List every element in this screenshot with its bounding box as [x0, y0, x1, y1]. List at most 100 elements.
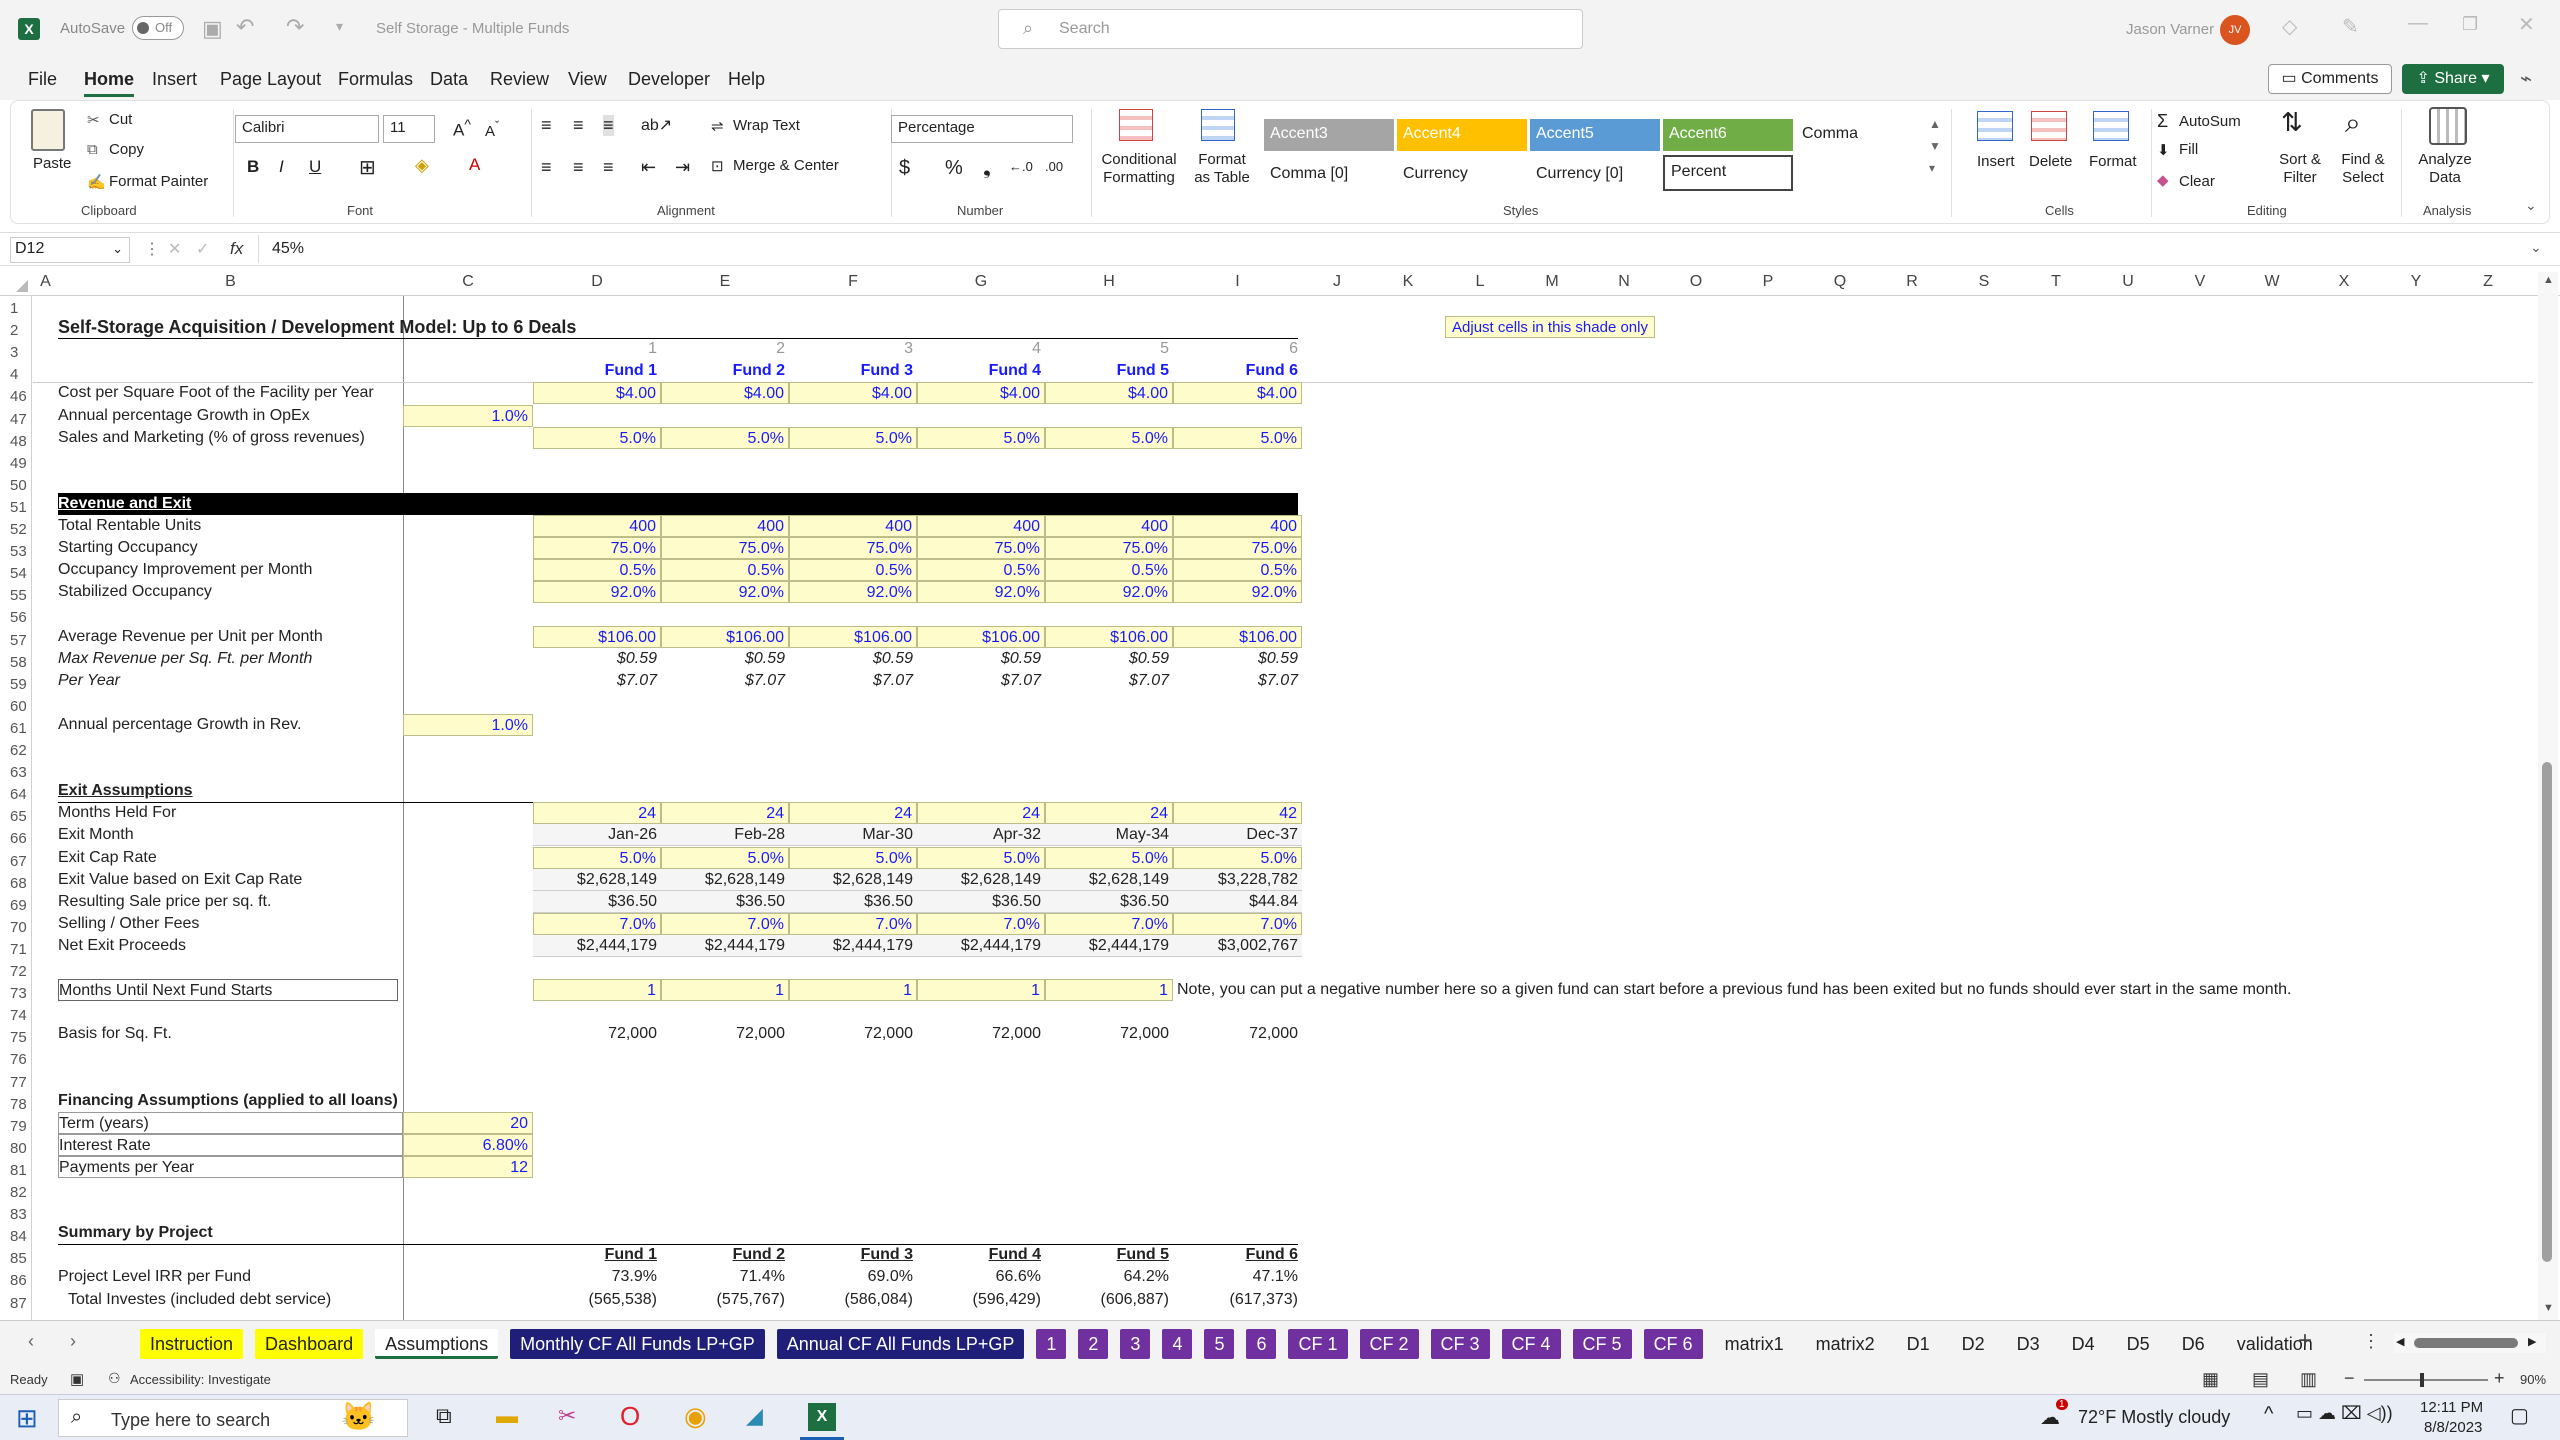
row-header[interactable]: 52 — [0, 521, 32, 538]
max-revenue-cell[interactable]: $0.59 — [1173, 648, 1302, 670]
column-header-n[interactable]: N — [1588, 273, 1660, 291]
sheet-tab-monthly-cf-all-funds-lp-gp[interactable]: Monthly CF All Funds LP+GP — [510, 1329, 765, 1359]
per-year-cell[interactable]: $7.07 — [789, 670, 917, 692]
accessibility-status[interactable]: Accessibility: Investigate — [130, 1372, 271, 1387]
find-select-button[interactable]: Find & Select — [2333, 151, 2393, 187]
sales-cell[interactable]: 5.0% — [1045, 426, 1173, 449]
horizontal-scrollbar[interactable]: ◀ ▶ — [2394, 1333, 2546, 1353]
menu-page-layout[interactable]: Page Layout — [220, 69, 321, 90]
scroll-down-icon[interactable]: ▼ — [2543, 1302, 2554, 1314]
column-header-a[interactable]: A — [33, 273, 58, 291]
irr-cell[interactable]: 71.4% — [661, 1266, 789, 1288]
exit-value-cell[interactable]: $2,628,149 — [789, 868, 917, 891]
cost-cell[interactable]: $4.00 — [533, 382, 661, 405]
months-held-cell[interactable]: 24 — [1045, 802, 1173, 825]
chrome-icon[interactable]: ◉ — [684, 1401, 707, 1432]
row-label[interactable]: Months Held For — [58, 802, 398, 824]
font-name-select[interactable]: Calibri — [235, 115, 379, 143]
financing-label[interactable]: Interest Rate — [58, 1133, 403, 1156]
sheet-tab-annual-cf-all-funds-lp-gp[interactable]: Annual CF All Funds LP+GP — [776, 1329, 1025, 1359]
weather-text[interactable]: 72°F Mostly cloudy — [2078, 1407, 2230, 1428]
sales-cell[interactable]: 5.0% — [661, 426, 789, 449]
scroll-right-icon[interactable]: ▶ — [2528, 1335, 2536, 1348]
fees-cell[interactable]: 7.0% — [789, 912, 917, 935]
row-label[interactable]: Stabilized Occupancy — [58, 581, 398, 603]
style-accent6[interactable]: Accent6 — [1663, 119, 1793, 151]
row-header[interactable]: 73 — [0, 985, 32, 1002]
months-held-cell[interactable]: 24 — [533, 802, 661, 825]
months-held-cell[interactable]: 24 — [917, 802, 1045, 825]
fund-number[interactable]: 1 — [533, 338, 661, 360]
row-header[interactable]: 80 — [0, 1140, 32, 1157]
menu-data[interactable]: Data — [430, 69, 468, 90]
style-currency0[interactable]: Currency [0] — [1530, 159, 1660, 191]
column-header-k[interactable]: K — [1372, 273, 1444, 291]
row-header[interactable]: 4 — [0, 366, 32, 383]
row-header[interactable]: 76 — [0, 1051, 32, 1068]
months-label[interactable]: Months Until Next Fund Starts — [58, 979, 398, 1002]
menu-file[interactable]: File — [28, 69, 57, 90]
sales-cell[interactable]: 5.0% — [917, 426, 1045, 449]
row-header[interactable]: 48 — [0, 433, 32, 450]
occupancy-improvement-cell[interactable]: 0.5% — [661, 559, 789, 582]
per-year-cell[interactable]: $7.07 — [917, 670, 1045, 692]
excel-taskbar-icon[interactable]: X — [808, 1403, 836, 1431]
row-label[interactable]: Basis for Sq. Ft. — [58, 1023, 398, 1045]
cost-cell[interactable]: $4.00 — [789, 382, 917, 405]
column-header-f[interactable]: F — [789, 273, 917, 291]
restore-icon[interactable]: ❐ — [2462, 14, 2478, 35]
orientation-icon[interactable]: ab↗ — [641, 115, 672, 135]
investment-cell[interactable]: (575,767) — [661, 1289, 789, 1311]
avg-revenue-cell[interactable]: $106.00 — [917, 625, 1045, 648]
fill-color-icon[interactable]: ◈ — [415, 155, 429, 176]
macro-icon[interactable]: ▣ — [70, 1370, 84, 1388]
avg-revenue-cell[interactable]: $106.00 — [789, 625, 917, 648]
column-header-h[interactable]: H — [1045, 273, 1173, 291]
column-header-v[interactable]: V — [2164, 273, 2236, 291]
occupancy-cell[interactable]: 75.0% — [533, 537, 661, 560]
comments-button[interactable]: ▭ Comments — [2268, 64, 2392, 94]
basis-cell[interactable]: 72,000 — [533, 1023, 661, 1045]
sheet-tab-cf-6[interactable]: CF 6 — [1643, 1329, 1703, 1359]
insert-button[interactable]: Insert — [1977, 153, 2015, 170]
sheet-tab-5[interactable]: 5 — [1204, 1329, 1235, 1359]
basis-cell[interactable]: 72,000 — [1045, 1023, 1173, 1045]
row-header[interactable]: 60 — [0, 698, 32, 715]
tab-scroll-left-icon[interactable]: ‹ — [28, 1331, 34, 1352]
fund-header[interactable]: Fund 6 — [1173, 360, 1302, 382]
zoom-out-icon[interactable]: − — [2344, 1368, 2355, 1389]
net-exit-cell[interactable]: $3,002,767 — [1173, 934, 1302, 957]
sheet-tab-cf-1[interactable]: CF 1 — [1288, 1329, 1348, 1359]
column-header-g[interactable]: G — [917, 273, 1045, 291]
row-label[interactable]: Total Investes (included debt service) — [58, 1289, 398, 1311]
months-next-cell[interactable]: 1 — [661, 979, 789, 1002]
occupancy-improvement-cell[interactable]: 0.5% — [1173, 559, 1302, 582]
irr-cell[interactable]: 47.1% — [1173, 1266, 1302, 1288]
menu-formulas[interactable]: Formulas — [338, 69, 413, 90]
exit-cap-cell[interactable]: 5.0% — [533, 846, 661, 869]
normal-view-icon[interactable]: ▦ — [2202, 1369, 2219, 1390]
column-header-o[interactable]: O — [1660, 273, 1732, 291]
decrease-decimal-icon[interactable]: .00 — [1045, 159, 1063, 174]
font-color-icon[interactable]: A — [469, 155, 480, 175]
exit-cap-cell[interactable]: 5.0% — [661, 846, 789, 869]
menu-help[interactable]: Help — [728, 69, 765, 90]
column-header-r[interactable]: R — [1876, 273, 1948, 291]
row-header[interactable]: 81 — [0, 1162, 32, 1179]
stabilized-cell[interactable]: 92.0% — [533, 581, 661, 604]
menu-home[interactable]: Home — [84, 69, 135, 97]
basis-cell[interactable]: 72,000 — [917, 1023, 1045, 1045]
row-header[interactable]: 53 — [0, 543, 32, 560]
column-header-d[interactable]: D — [533, 273, 661, 291]
fund-header[interactable]: Fund 4 — [917, 360, 1045, 382]
stabilized-cell[interactable]: 92.0% — [917, 581, 1045, 604]
close-icon[interactable]: ✕ — [2518, 12, 2535, 37]
irr-cell[interactable]: 69.0% — [789, 1266, 917, 1288]
clock-time[interactable]: 12:11 PM — [2420, 1399, 2483, 1416]
row-label[interactable]: Annual percentage Growth in Rev. — [58, 714, 398, 736]
row-header[interactable]: 62 — [0, 742, 32, 759]
fees-cell[interactable]: 7.0% — [1045, 912, 1173, 935]
row-header[interactable]: 47 — [0, 411, 32, 428]
bold-icon[interactable]: B — [247, 157, 259, 177]
fund-number[interactable]: 2 — [661, 338, 789, 360]
